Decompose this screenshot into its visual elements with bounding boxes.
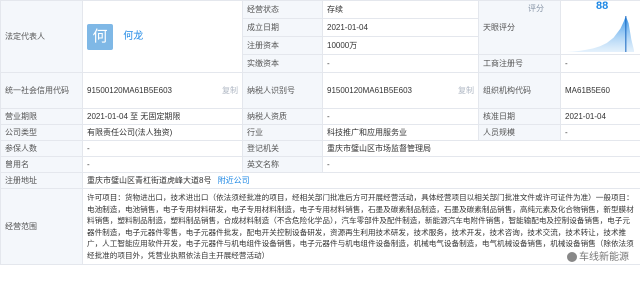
credit-code-value: 91500120MA61B5E603 (87, 85, 172, 95)
insured-value: - (82, 140, 243, 157)
former-name-value: - (82, 156, 243, 173)
status-value: 存续 (322, 0, 479, 19)
former-name-label: 曾用名 (0, 156, 83, 173)
approve-date-label: 核准日期 (478, 108, 561, 125)
score-distribution-area (566, 15, 634, 52)
company-info-table: 法定代表人 何 何龙 经营状态 存续 天眼评分 成立日期 2021-01-04 … (0, 0, 640, 265)
rep-label: 法定代表人 (0, 0, 83, 73)
rep-cell: 何 何龙 (82, 0, 243, 73)
industry-label: 行业 (242, 124, 323, 141)
watermark-text: 车线新能源 (579, 252, 629, 263)
taxpayer-id-cell: 91500120MA61B5E603 复制 (322, 72, 479, 109)
reg-authority-value: 重庆市璧山区市场监督管理局 (322, 140, 640, 157)
company-type-label: 公司类型 (0, 124, 83, 141)
rep-name-link[interactable]: 何龙 (123, 31, 143, 42)
address-label: 注册地址 (0, 172, 83, 189)
address-cell: 重庆市璧山区青杠街道虎峰大道8号 附近公司 (82, 172, 640, 189)
scope-value: 许可项目：货物进出口，技术进出口（依法须经批准的项目，经相关部门批准后方可开展经… (82, 188, 640, 265)
copy-taxpayer-id-button[interactable]: 复制 (458, 86, 474, 96)
credit-code-cell: 91500120MA61B5E603 复制 (82, 72, 243, 109)
biz-reg-no-label: 工商注册号 (478, 54, 561, 73)
founded-value: 2021-01-04 (322, 18, 479, 37)
paid-capital-label: 实缴资本 (242, 54, 323, 73)
nearby-companies-link[interactable]: 附近公司 (218, 176, 250, 185)
industry-value: 科技推广和应用服务业 (322, 124, 479, 141)
staff-value: - (560, 124, 640, 141)
score-value: 88 (596, 0, 609, 12)
score-area-path (566, 15, 634, 52)
org-code-value: MA61B5E60 (560, 72, 640, 109)
english-name-value: - (322, 156, 640, 173)
company-type-value: 有限责任公司(法人独资) (82, 124, 243, 141)
org-code-label: 组织机构代码 (478, 72, 561, 109)
taxpayer-id-label: 纳税人识别号 (242, 72, 323, 109)
status-label: 经营状态 (242, 0, 323, 19)
tax-qual-label: 纳税人资质 (242, 108, 323, 125)
reg-authority-label: 登记机关 (242, 140, 323, 157)
address-value: 重庆市璧山区青杠街道虎峰大道8号 (87, 175, 212, 185)
approve-date-value: 2021-01-04 (560, 108, 640, 125)
watermark: 车线新能源 (564, 247, 632, 264)
english-name-label: 英文名称 (242, 156, 323, 173)
copy-credit-code-button[interactable]: 复制 (222, 86, 238, 96)
tax-qual-value: - (322, 108, 479, 125)
reg-capital-label: 注册资本 (242, 36, 323, 55)
score-label: 天眼评分 (478, 0, 561, 55)
scope-label: 经营范围 (0, 188, 83, 265)
paid-capital-value: - (322, 54, 479, 73)
reg-capital-value: 10000万 (322, 36, 479, 55)
wechat-icon (567, 252, 577, 263)
credit-code-label: 统一社会信用代码 (0, 72, 83, 109)
taxpayer-id-value: 91500120MA61B5E603 (327, 85, 412, 95)
staff-label: 人员规模 (478, 124, 561, 141)
rep-avatar: 何 (87, 23, 113, 50)
term-value: 2021-01-04 至 无固定期限 (82, 108, 243, 125)
score-chart-label: 评分 (528, 4, 544, 13)
insured-label: 参保人数 (0, 140, 83, 157)
biz-reg-no-value: - (560, 54, 640, 73)
term-label: 营业期限 (0, 108, 83, 125)
founded-label: 成立日期 (242, 18, 323, 37)
